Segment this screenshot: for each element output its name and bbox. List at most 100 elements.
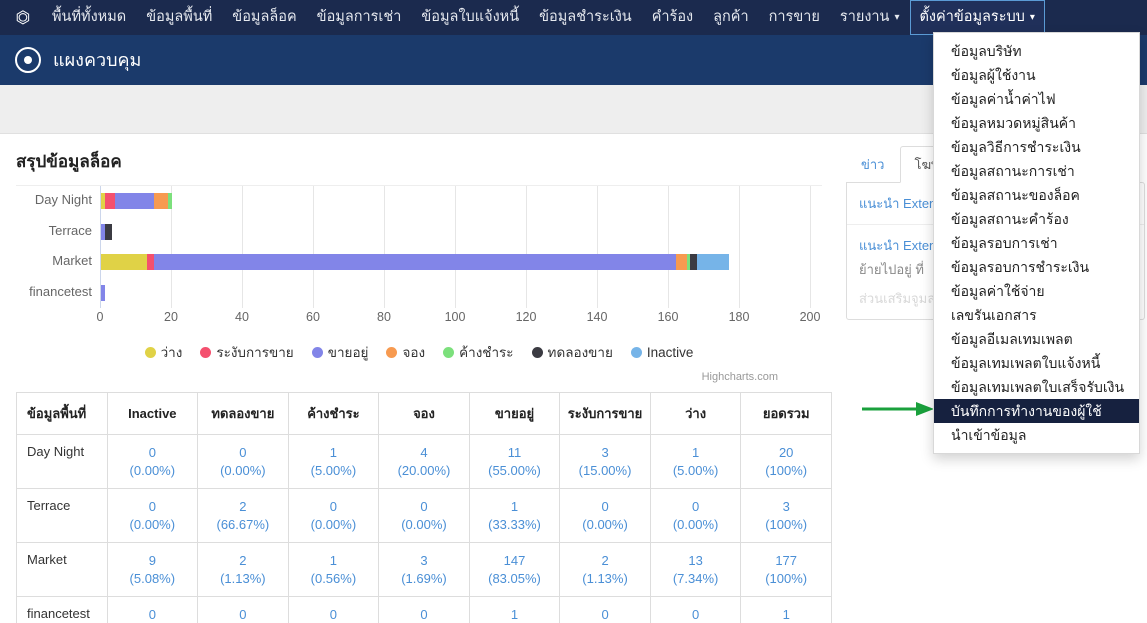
cell-percent: (0.00%) bbox=[129, 462, 176, 478]
cell-percent: (5.08%) bbox=[129, 570, 176, 586]
nav-item-6[interactable]: คำร้อง bbox=[642, 0, 703, 35]
nav-item-2[interactable]: ข้อมูลล็อค bbox=[222, 0, 306, 35]
legend-color-dot bbox=[443, 346, 455, 358]
table-header-cell: ข้อมูลพื้นที่ bbox=[16, 392, 108, 435]
nav-item-system-settings[interactable]: ตั้งค่าข้อมูลระบบ bbox=[909, 0, 1045, 35]
tab-0[interactable]: ข่าว bbox=[846, 146, 900, 182]
chart-bar-segment[interactable] bbox=[676, 254, 687, 271]
chart-bar-segment[interactable] bbox=[168, 193, 172, 210]
chart-legend-item[interactable]: จอง bbox=[386, 341, 425, 363]
nav-item-7[interactable]: ลูกค้า bbox=[703, 0, 759, 35]
chart-legend-item[interactable]: ขายอยู่ bbox=[311, 341, 369, 363]
dropdown-item-13[interactable]: ข้อมูลเทมเพลตใบแจ้งหนี้ bbox=[934, 351, 1139, 375]
table-row: financetest0(0.00%)0(0.00%)0(0.00%)0(0.0… bbox=[16, 596, 832, 623]
nav-item-reports[interactable]: รายงาน bbox=[830, 0, 910, 35]
nav-item-4[interactable]: ข้อมูลใบแจ้งหนี้ bbox=[411, 0, 529, 35]
chart-plot-area bbox=[100, 186, 811, 308]
dropdown-item-2[interactable]: ข้อมูลค่าน้ำค่าไฟ bbox=[934, 87, 1139, 111]
chart-bar-segment[interactable] bbox=[690, 254, 698, 271]
table-cell: 0 (0.00%) bbox=[106, 433, 199, 490]
chart-bar[interactable] bbox=[101, 254, 730, 271]
nav-item-3[interactable]: ข้อมูลการเช่า bbox=[307, 0, 412, 35]
chart-gridline bbox=[526, 186, 527, 308]
chart-bar-segment[interactable] bbox=[154, 254, 677, 271]
cell-percent: (0.56%) bbox=[310, 570, 357, 586]
cell-count: 3 bbox=[782, 499, 790, 515]
highcharts-credit[interactable]: Highcharts.com bbox=[702, 371, 778, 383]
dropdown-item-9[interactable]: ข้อมูลรอบการชำระเงิน bbox=[934, 255, 1139, 279]
chart-legend-item[interactable]: ระงับการขาย bbox=[200, 341, 294, 363]
nav-item-8[interactable]: การขาย bbox=[759, 0, 830, 35]
chart-gridline bbox=[313, 186, 314, 308]
chart-legend-item[interactable]: ค้างชำระ bbox=[443, 341, 514, 363]
dropdown-item-16[interactable]: นำเข้าข้อมูล bbox=[934, 423, 1139, 447]
dropdown-item-0[interactable]: ข้อมูลบริษัท bbox=[934, 39, 1139, 63]
dropdown-item-7[interactable]: ข้อมูลสถานะคำร้อง bbox=[934, 207, 1139, 231]
cell-count: 1 bbox=[329, 445, 338, 460]
cell-count: 0 bbox=[601, 607, 609, 623]
table-header-row: ข้อมูลพื้นที่ Inactive ทดลองขาย ค้างชำระ จอง… bbox=[16, 392, 832, 435]
dropdown-item-15[interactable]: บันทึกการทำงานของผู้ใช้ bbox=[934, 399, 1139, 423]
dropdown-item-8[interactable]: ข้อมูลรอบการเช่า bbox=[934, 231, 1139, 255]
table-header-cell: ทดลองขาย bbox=[197, 392, 289, 435]
cell-count: 1 bbox=[691, 445, 700, 460]
chart-bar-segment[interactable] bbox=[115, 193, 155, 210]
chart-x-tick-label: 120 bbox=[515, 310, 537, 324]
chart-bar-segment[interactable] bbox=[101, 254, 148, 271]
chart-bar-segment[interactable] bbox=[154, 193, 169, 210]
nav-item-0[interactable]: พื้นที่ทั้งหมด bbox=[42, 0, 136, 35]
chart-bar[interactable] bbox=[101, 284, 105, 301]
table-row: Day Night 0 (0.00%) 0 (0.00%) 1 (5.00%) 4 (20.00… bbox=[16, 433, 832, 490]
page-title: แผงควบคุม bbox=[53, 50, 142, 70]
cell-count: 0 bbox=[239, 607, 247, 623]
chart-legend: ว่าง ระงับการขาย ขายอยู่ จอง ค้างชำระ ทดลองขา… bbox=[0, 341, 838, 363]
table-header-cell: ระงับการขาย bbox=[559, 392, 651, 435]
cell-count: 0 bbox=[148, 499, 156, 515]
logo-icon[interactable]: ⏣ bbox=[10, 5, 36, 31]
table-cell: 1(100.00%) bbox=[468, 596, 561, 623]
chart-bar[interactable] bbox=[101, 193, 172, 210]
chart-legend-item[interactable]: Inactive bbox=[630, 345, 693, 360]
cell-count: 0 bbox=[420, 499, 428, 515]
chart-x-tick-label: 100 bbox=[444, 310, 466, 324]
chart-x-tick-label: 200 bbox=[799, 310, 821, 324]
chart-x-tick-label: 0 bbox=[96, 310, 104, 324]
chart-x-tick-label: 60 bbox=[306, 310, 320, 324]
lock-summary-table-wrap: ข้อมูลพื้นที่ Inactive ทดลองขาย ค้างชำระ จอง… bbox=[16, 392, 832, 623]
table-cell: 3 (100%) bbox=[740, 488, 832, 544]
chart-bar[interactable] bbox=[101, 223, 112, 240]
cell-count: 4 bbox=[420, 445, 428, 460]
cell-percent: (7.34%) bbox=[672, 570, 719, 586]
dropdown-item-4[interactable]: ข้อมูลวิธีการชำระเงิน bbox=[934, 135, 1139, 159]
cell-count: 0 bbox=[148, 445, 156, 460]
dropdown-item-1[interactable]: ข้อมูลผู้ใช้งาน bbox=[934, 63, 1139, 87]
legend-color-dot bbox=[531, 346, 543, 358]
dropdown-item-14[interactable]: ข้อมูลเทมเพลตใบเสร็จรับเงิน bbox=[934, 375, 1139, 399]
chart-legend-item[interactable]: ทดลองขาย bbox=[531, 341, 613, 363]
dropdown-item-6[interactable]: ข้อมูลสถานะของล็อค bbox=[934, 183, 1139, 207]
nav-item-5[interactable]: ข้อมูลชำระเงิน bbox=[529, 0, 642, 35]
chart-bar-segment[interactable] bbox=[147, 254, 155, 271]
table-cell-area-name: Market bbox=[16, 542, 108, 598]
chart-bar-segment[interactable] bbox=[697, 254, 730, 271]
chart-bar-segment[interactable] bbox=[104, 223, 112, 240]
dropdown-item-10[interactable]: ข้อมูลค่าใช้จ่าย bbox=[934, 279, 1139, 303]
dropdown-item-3[interactable]: ข้อมูลหมวดหมู่สินค้า bbox=[934, 111, 1139, 135]
table-cell: 1 (5.00%) bbox=[287, 433, 380, 490]
table-cell: 1 (0.56%) bbox=[287, 542, 380, 598]
cell-count: 9 bbox=[148, 553, 156, 569]
chart-bar-segment[interactable] bbox=[104, 193, 116, 210]
dropdown-item-5[interactable]: ข้อมูลสถานะการเช่า bbox=[934, 159, 1139, 183]
cell-percent: (0.00%) bbox=[582, 516, 628, 532]
chart-bar-segment[interactable] bbox=[101, 284, 105, 301]
table-cell: 1 (5.00%) bbox=[649, 433, 742, 490]
legend-label: ขายอยู่ bbox=[327, 345, 369, 360]
chart-legend-item[interactable]: ว่าง bbox=[144, 341, 182, 363]
nav-item-1[interactable]: ข้อมูลพื้นที่ bbox=[136, 0, 222, 35]
cell-count: 3 bbox=[601, 445, 609, 460]
lock-summary-table: ข้อมูลพื้นที่ Inactive ทดลองขาย ค้างชำระ จอง… bbox=[16, 392, 832, 623]
chart-x-tick-label: 40 bbox=[235, 310, 249, 324]
dropdown-item-11[interactable]: เลขรันเอกสาร bbox=[934, 303, 1139, 327]
cell-percent: (15.00%) bbox=[578, 462, 632, 478]
dropdown-item-12[interactable]: ข้อมูลอีเมลเทมเพลต bbox=[934, 327, 1139, 351]
